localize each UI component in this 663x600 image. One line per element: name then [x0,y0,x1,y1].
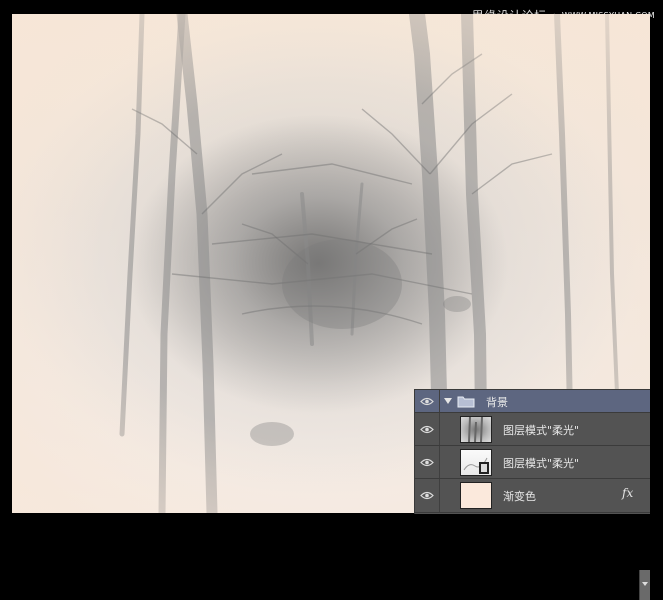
visibility-eye-icon[interactable] [415,413,440,445]
layer-group-row[interactable]: 背景 [415,390,650,413]
group-expand-icon[interactable] [444,398,452,404]
layers-panel: 背景 图层模式"柔光" 图层模式"柔光" 渐变色 fx [414,389,650,600]
visibility-eye-icon[interactable] [415,446,440,478]
layer-name: 图层模式"柔光" [503,457,580,470]
layer-row[interactable]: 图层模式"柔光" [415,413,650,446]
scroll-down-arrow[interactable] [639,570,650,600]
layer-thumbnail [460,416,492,443]
visibility-eye-icon[interactable] [415,479,440,512]
layer-row[interactable]: 渐变色 fx [415,479,650,600]
layer-effects-icon[interactable]: fx [622,486,633,500]
layer-name: 渐变色 [503,490,536,503]
visibility-eye-icon[interactable] [415,390,440,412]
group-name: 背景 [486,396,508,409]
layer-thumbnail [460,482,492,509]
layer-name: 图层模式"柔光" [503,424,580,437]
layer-row[interactable]: 图层模式"柔光" [415,446,650,479]
layer-thumbnail [460,449,492,476]
folder-icon [457,395,475,411]
